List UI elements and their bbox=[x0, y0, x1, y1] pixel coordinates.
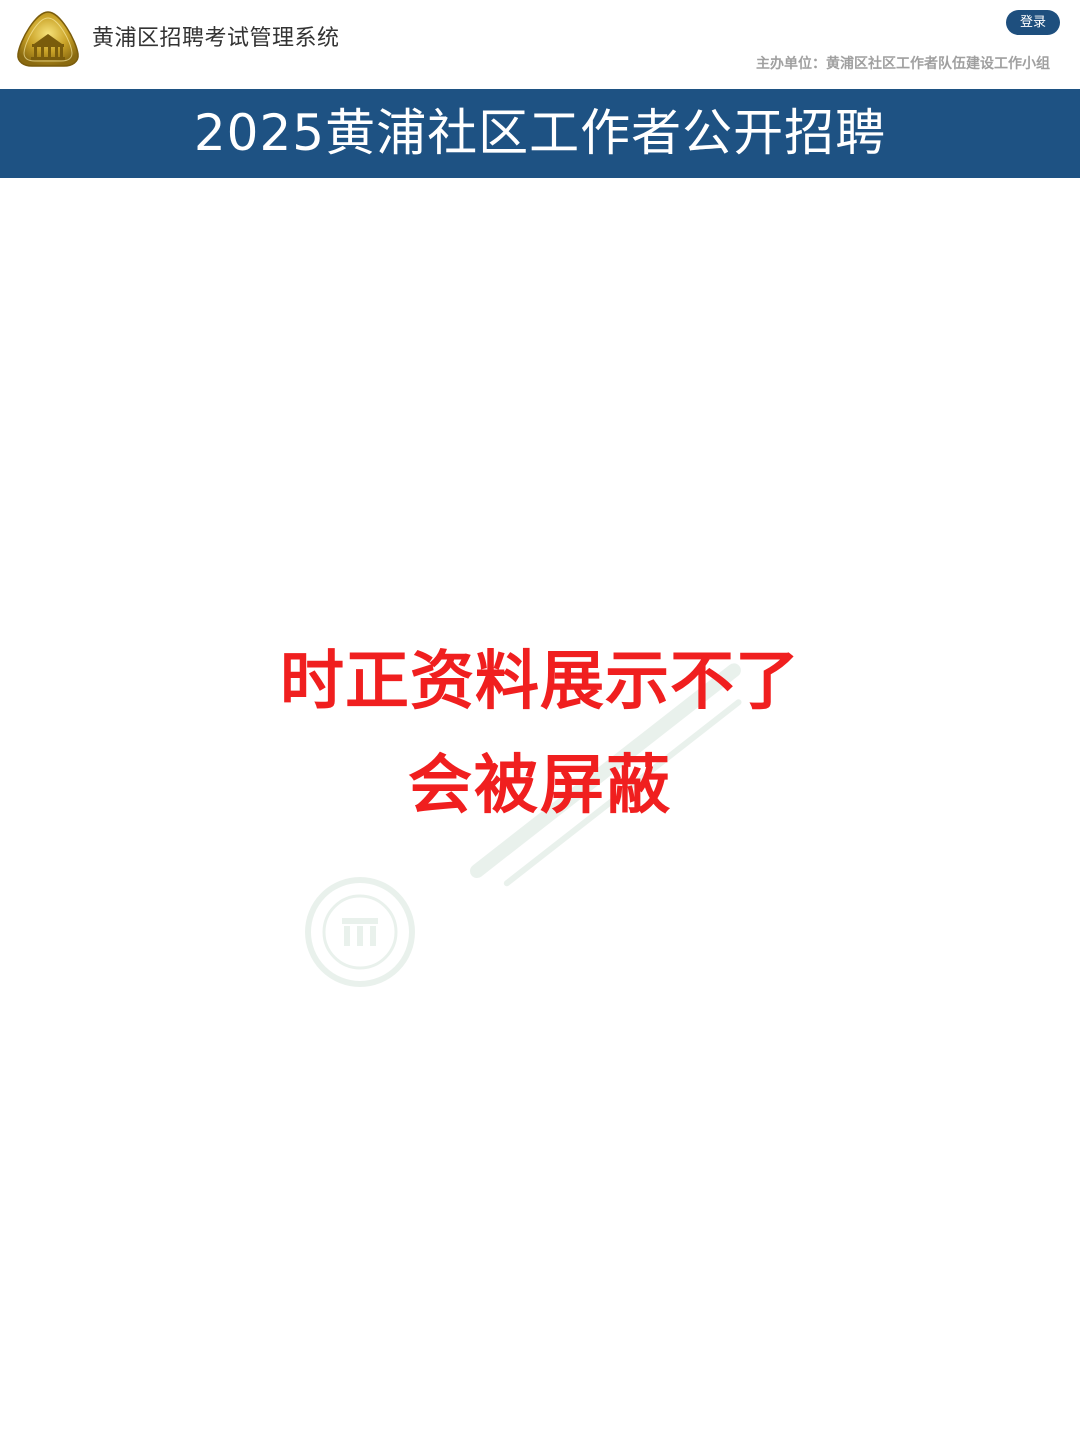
title-banner: 2025黄浦社区工作者公开招聘 bbox=[0, 89, 1080, 178]
banner-title: 2025黄浦社区工作者公开招聘 bbox=[193, 104, 887, 162]
top-header: 黄浦区招聘考试管理系统 登录 主办单位：黄浦区社区工作者队伍建设工作小组 bbox=[0, 0, 1080, 88]
system-title: 黄浦区招聘考试管理系统 bbox=[92, 26, 340, 51]
organizer-label: 主办单位： bbox=[756, 56, 826, 72]
gold-building-emblem-icon[interactable] bbox=[16, 10, 80, 68]
login-button[interactable]: 登录 bbox=[1006, 10, 1060, 35]
organizer-info: 主办单位：黄浦区社区工作者队伍建设工作小组 bbox=[756, 53, 1050, 73]
notice-line-2: 会被屏蔽 bbox=[408, 749, 672, 823]
notice-line-1: 时正资料展示不了 bbox=[280, 645, 800, 719]
page: 黄浦区招聘考试管理系统 登录 主办单位：黄浦区社区工作者队伍建设工作小组 202… bbox=[0, 0, 1080, 1443]
organizer-name: 黄浦区社区工作者队伍建设工作小组 bbox=[826, 56, 1050, 72]
